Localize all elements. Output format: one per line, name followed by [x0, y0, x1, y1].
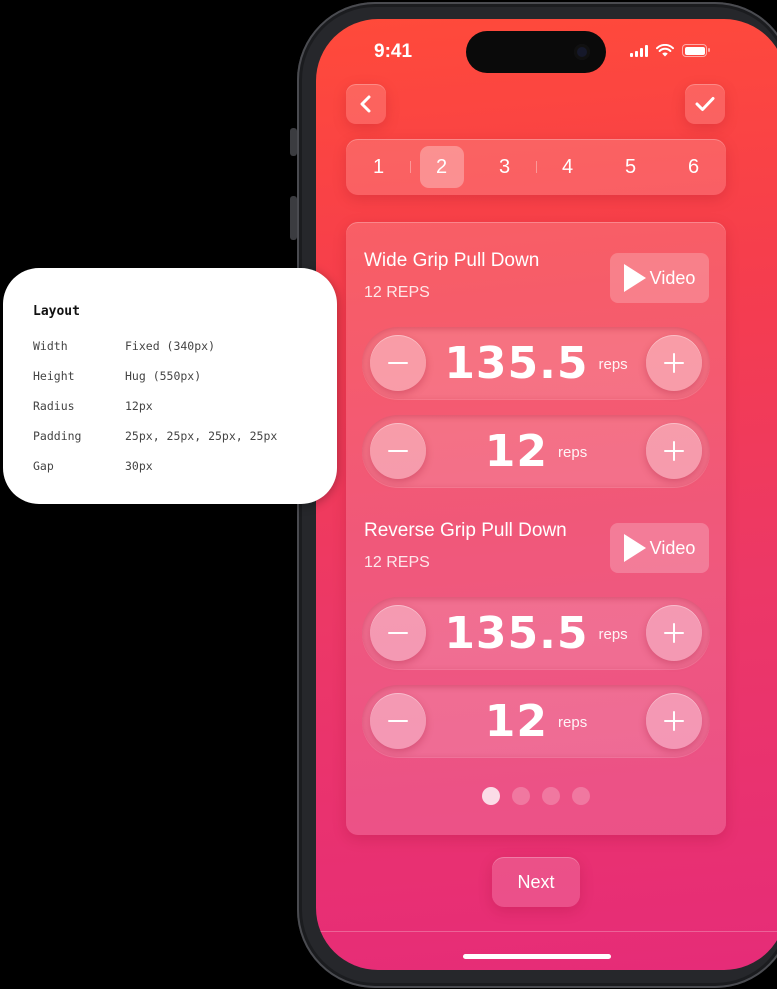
property-key: Height: [33, 369, 75, 383]
property-row: Gap 30px: [33, 451, 307, 481]
property-value: 25px, 25px, 25px, 25px: [125, 429, 278, 443]
back-button[interactable]: [346, 84, 386, 124]
pagination-dot[interactable]: [482, 787, 500, 805]
stepper-value: 12 reps: [432, 415, 640, 487]
pagination-dot[interactable]: [572, 787, 590, 805]
phone-screen: 9:41 1 2 3 4 5 6 Wide Grip Pull Down 12 …: [316, 19, 777, 970]
stepper-value: 135.5 reps: [432, 597, 640, 669]
cellular-signal-icon: [630, 44, 648, 57]
layout-properties-panel: Layout Width Fixed (340px) Height Hug (5…: [3, 268, 337, 504]
property-key: Padding: [33, 429, 82, 443]
weight-value: 135.5: [444, 607, 589, 659]
dynamic-island: [466, 31, 606, 73]
video-button[interactable]: Video: [610, 523, 709, 573]
weight-stepper: 135.5 reps: [362, 327, 710, 399]
step-tab-6[interactable]: 6: [672, 146, 716, 188]
next-button[interactable]: Next: [492, 857, 580, 907]
exercise-title: Wide Grip Pull Down: [364, 250, 540, 271]
property-row: Radius 12px: [33, 391, 307, 421]
increment-button[interactable]: [646, 605, 702, 661]
divider: [316, 931, 777, 932]
decrement-button[interactable]: [370, 335, 426, 391]
step-tab-5[interactable]: 5: [609, 146, 653, 188]
property-row: Height Hug (550px): [33, 361, 307, 391]
property-value: Hug (550px): [125, 369, 202, 383]
exercise-title: Reverse Grip Pull Down: [364, 520, 567, 541]
wifi-icon: [656, 44, 674, 57]
pagination-dot[interactable]: [542, 787, 560, 805]
unit-label: reps: [558, 713, 588, 731]
exercise-subtitle: 12 REPS: [364, 554, 430, 571]
property-value: 12px: [125, 399, 153, 413]
play-icon: [623, 534, 646, 562]
weight-stepper: 135.5 reps: [362, 597, 710, 669]
camera-icon: [574, 44, 590, 60]
unit-label: reps: [598, 625, 628, 643]
reps-value: 12: [484, 425, 549, 477]
unit-label: reps: [598, 355, 628, 373]
step-tab-3[interactable]: 3: [483, 146, 527, 188]
increment-button[interactable]: [646, 335, 702, 391]
play-icon: [623, 264, 646, 292]
increment-button[interactable]: [646, 423, 702, 479]
side-button: [290, 128, 297, 156]
unit-label: reps: [558, 443, 588, 461]
property-row: Padding 25px, 25px, 25px, 25px: [33, 421, 307, 451]
video-button-label: Video: [649, 267, 696, 288]
home-indicator[interactable]: [463, 954, 611, 959]
status-icons: [630, 44, 710, 57]
stepper-value: 135.5 reps: [432, 327, 640, 399]
video-button-label: Video: [649, 537, 696, 558]
chevron-left-icon: [360, 95, 371, 113]
property-key: Radius: [33, 399, 75, 413]
battery-icon: [682, 44, 710, 57]
step-tab-1[interactable]: 1: [357, 146, 401, 188]
property-row: Width Fixed (340px): [33, 331, 307, 361]
weight-value: 135.5: [444, 337, 589, 389]
property-value: Fixed (340px): [125, 339, 216, 353]
pagination-dots: [346, 787, 726, 805]
decrement-button[interactable]: [370, 605, 426, 661]
property-key: Width: [33, 339, 68, 353]
side-button: [290, 196, 297, 240]
pagination-dot[interactable]: [512, 787, 530, 805]
step-tab-4[interactable]: 4: [546, 146, 590, 188]
exercise-card: Wide Grip Pull Down 12 REPS Video 135.5 …: [346, 222, 726, 835]
step-selector: 1 2 3 4 5 6: [346, 139, 726, 195]
step-tab-2[interactable]: 2: [419, 146, 464, 188]
step-divider: [409, 161, 411, 173]
checkmark-icon: [695, 97, 715, 111]
stepper-value: 12 reps: [432, 685, 640, 757]
decrement-button[interactable]: [370, 423, 426, 479]
property-key: Gap: [33, 459, 54, 473]
reps-value: 12: [484, 695, 549, 747]
property-value: 30px: [125, 459, 153, 473]
status-time: 9:41: [374, 41, 413, 62]
step-divider: [535, 161, 537, 173]
reps-stepper: 12 reps: [362, 685, 710, 757]
exercise-subtitle: 12 REPS: [364, 284, 430, 301]
confirm-button[interactable]: [685, 84, 725, 124]
increment-button[interactable]: [646, 693, 702, 749]
decrement-button[interactable]: [370, 693, 426, 749]
reps-stepper: 12 reps: [362, 415, 710, 487]
panel-title: Layout: [33, 304, 80, 319]
video-button[interactable]: Video: [610, 253, 709, 303]
